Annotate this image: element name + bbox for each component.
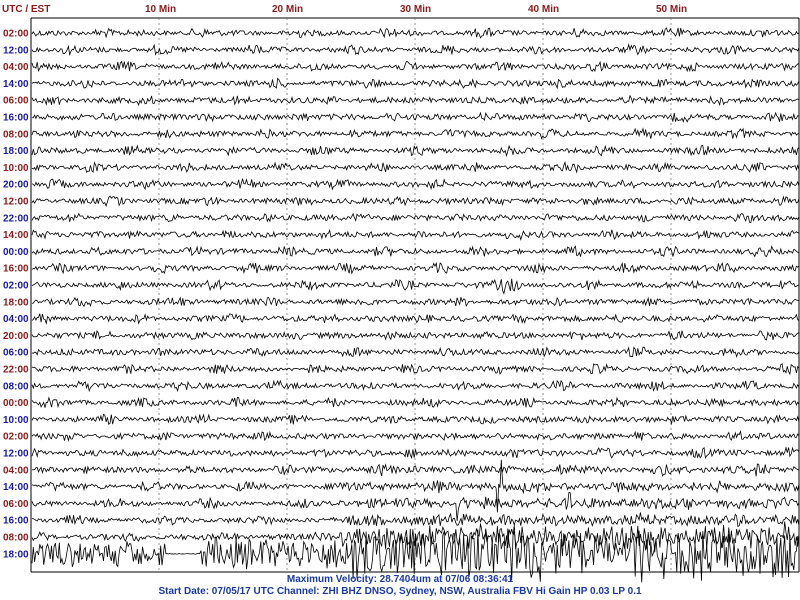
utc-time-label: 10:00 (3, 163, 29, 174)
est-time-label: 12:00 (3, 449, 29, 460)
utc-time-label: 04:00 (3, 62, 29, 73)
utc-time-label: 08:00 (3, 129, 29, 140)
est-time-label: 02:00 (3, 281, 29, 292)
est-time-label: 18:00 (3, 146, 29, 157)
est-time-label: 00:00 (3, 247, 29, 258)
est-time-label: 22:00 (3, 213, 29, 224)
est-time-label: 16:00 (3, 516, 29, 527)
est-time-label: 04:00 (3, 314, 29, 325)
utc-time-label: 02:00 (3, 29, 29, 40)
utc-time-label: 12:00 (3, 197, 29, 208)
utc-time-label: 16:00 (3, 264, 29, 275)
chart-background (0, 0, 800, 600)
est-time-label: 20:00 (3, 180, 29, 191)
minute-label-30: 30 Min (400, 4, 431, 15)
est-time-label: 10:00 (3, 415, 29, 426)
utc-time-label: 14:00 (3, 230, 29, 241)
utc-time-label: 18:00 (3, 297, 29, 308)
est-time-label: 08:00 (3, 381, 29, 392)
utc-time-label: 20:00 (3, 331, 29, 342)
timezone-label: UTC / EST (2, 4, 50, 15)
est-time-label: 16:00 (3, 113, 29, 124)
minute-label-50: 50 Min (656, 4, 687, 15)
utc-time-label: 06:00 (3, 96, 29, 107)
station-info-text: Start Date: 07/05/17 UTC Channel: ZHI BH… (158, 586, 642, 597)
utc-time-label: 08:00 (3, 533, 29, 544)
est-time-label: 14:00 (3, 79, 29, 90)
minute-label-20: 20 Min (272, 4, 303, 15)
minute-label-10: 10 Min (145, 4, 176, 15)
max-velocity-text: Maximum Velocity: 28.7404um at 07/06 08:… (287, 574, 514, 585)
est-time-label: 12:00 (3, 45, 29, 56)
est-time-label: 14:00 (3, 482, 29, 493)
seismogram-chart: UTC / EST 10 Min 20 Min 30 Min 40 Min 50… (0, 0, 800, 600)
utc-time-label: 06:00 (3, 499, 29, 510)
est-time-label: 06:00 (3, 348, 29, 359)
utc-time-label: 00:00 (3, 398, 29, 409)
utc-time-label: 22:00 (3, 365, 29, 376)
utc-time-label: 04:00 (3, 465, 29, 476)
est-time-label: 18:00 (3, 549, 29, 560)
minute-label-40: 40 Min (528, 4, 559, 15)
utc-time-label: 02:00 (3, 432, 29, 443)
